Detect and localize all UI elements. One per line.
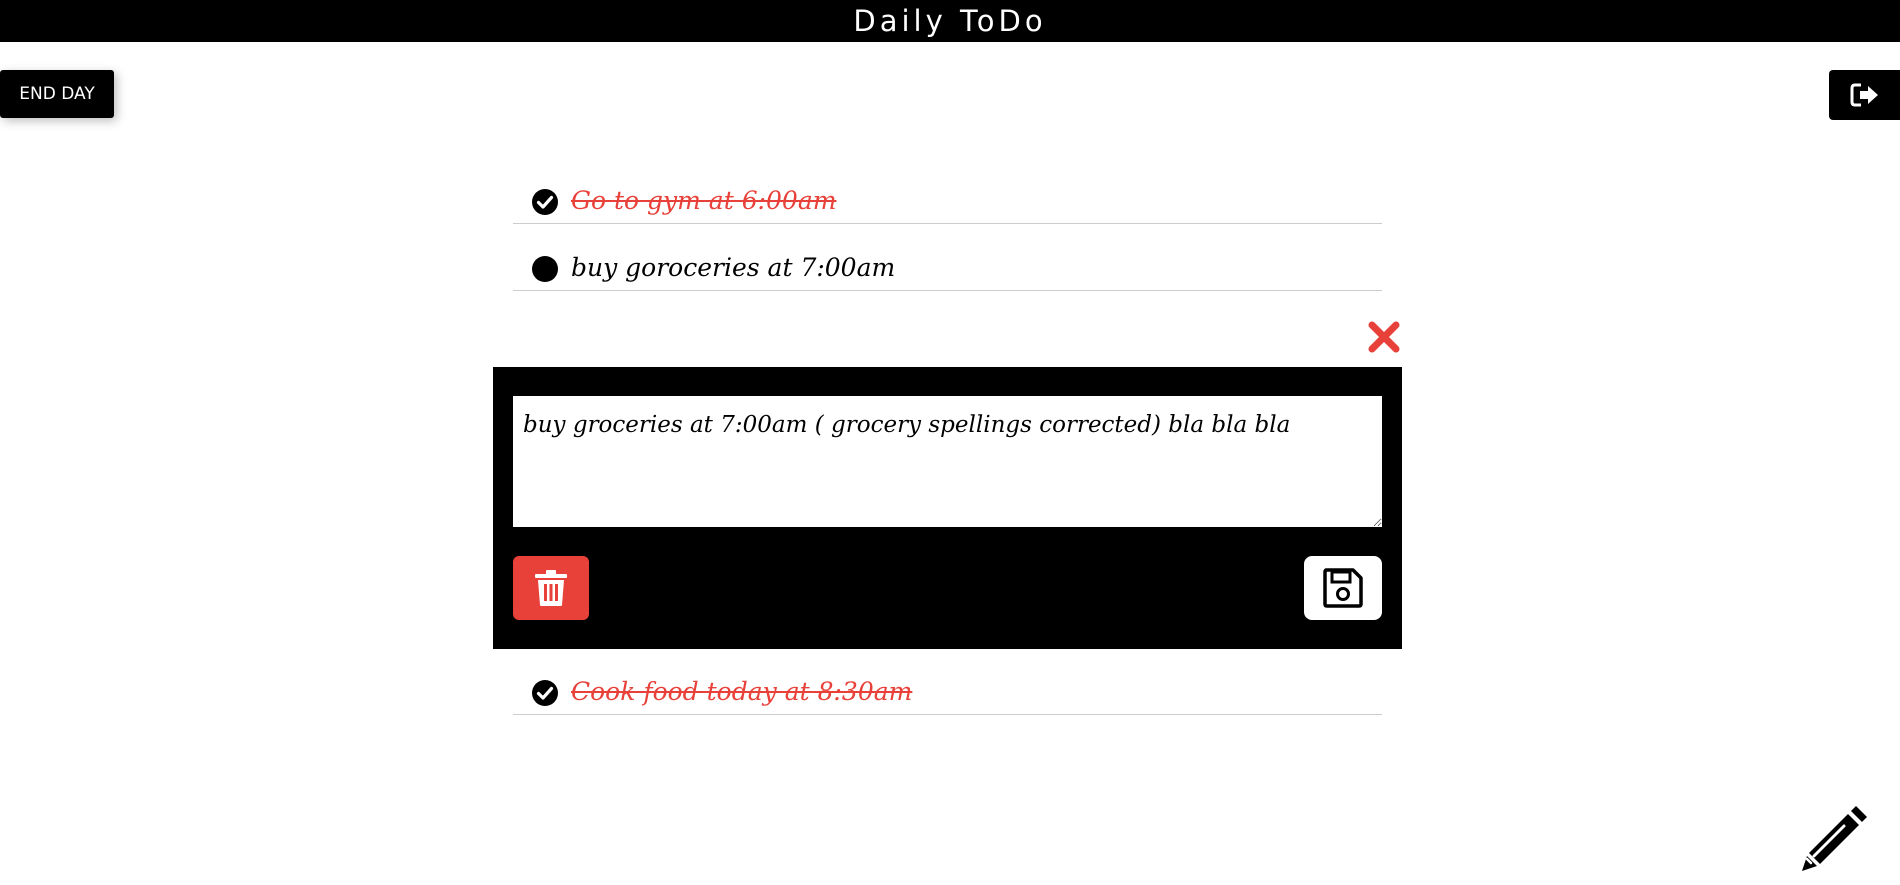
sign-out-icon bbox=[1850, 83, 1878, 107]
todo-text[interactable]: Cook food today at 8:30am bbox=[571, 672, 912, 712]
check-circle-icon[interactable] bbox=[532, 680, 558, 706]
end-day-button[interactable]: END DAY bbox=[0, 70, 114, 118]
todo-item[interactable]: Cook food today at 8:30am bbox=[513, 670, 1382, 715]
pencil-icon[interactable] bbox=[1798, 803, 1870, 875]
todo-item[interactable]: buy goroceries at 7:00am bbox=[513, 246, 1382, 291]
logout-button[interactable] bbox=[1829, 70, 1900, 120]
close-icon[interactable] bbox=[1367, 320, 1401, 354]
trash-icon bbox=[535, 570, 567, 606]
save-button[interactable] bbox=[1304, 556, 1382, 620]
app-header: Daily ToDo bbox=[0, 0, 1900, 42]
page: Daily ToDo END DAY Go to gym at 6:00am b… bbox=[0, 0, 1900, 885]
edit-todo-panel: buy groceries at 7:00am ( grocery spelli… bbox=[493, 367, 1402, 649]
todo-text[interactable]: Go to gym at 6:00am bbox=[571, 181, 836, 221]
edit-todo-textarea[interactable]: buy groceries at 7:00am ( grocery spelli… bbox=[513, 396, 1382, 527]
check-circle-icon[interactable] bbox=[532, 189, 558, 215]
todo-item[interactable]: Go to gym at 6:00am bbox=[513, 179, 1382, 224]
app-title: Daily ToDo bbox=[853, 4, 1047, 38]
todo-text[interactable]: buy goroceries at 7:00am bbox=[571, 248, 895, 288]
delete-button[interactable] bbox=[513, 556, 589, 620]
save-icon bbox=[1323, 568, 1363, 608]
circle-icon[interactable] bbox=[532, 256, 558, 282]
